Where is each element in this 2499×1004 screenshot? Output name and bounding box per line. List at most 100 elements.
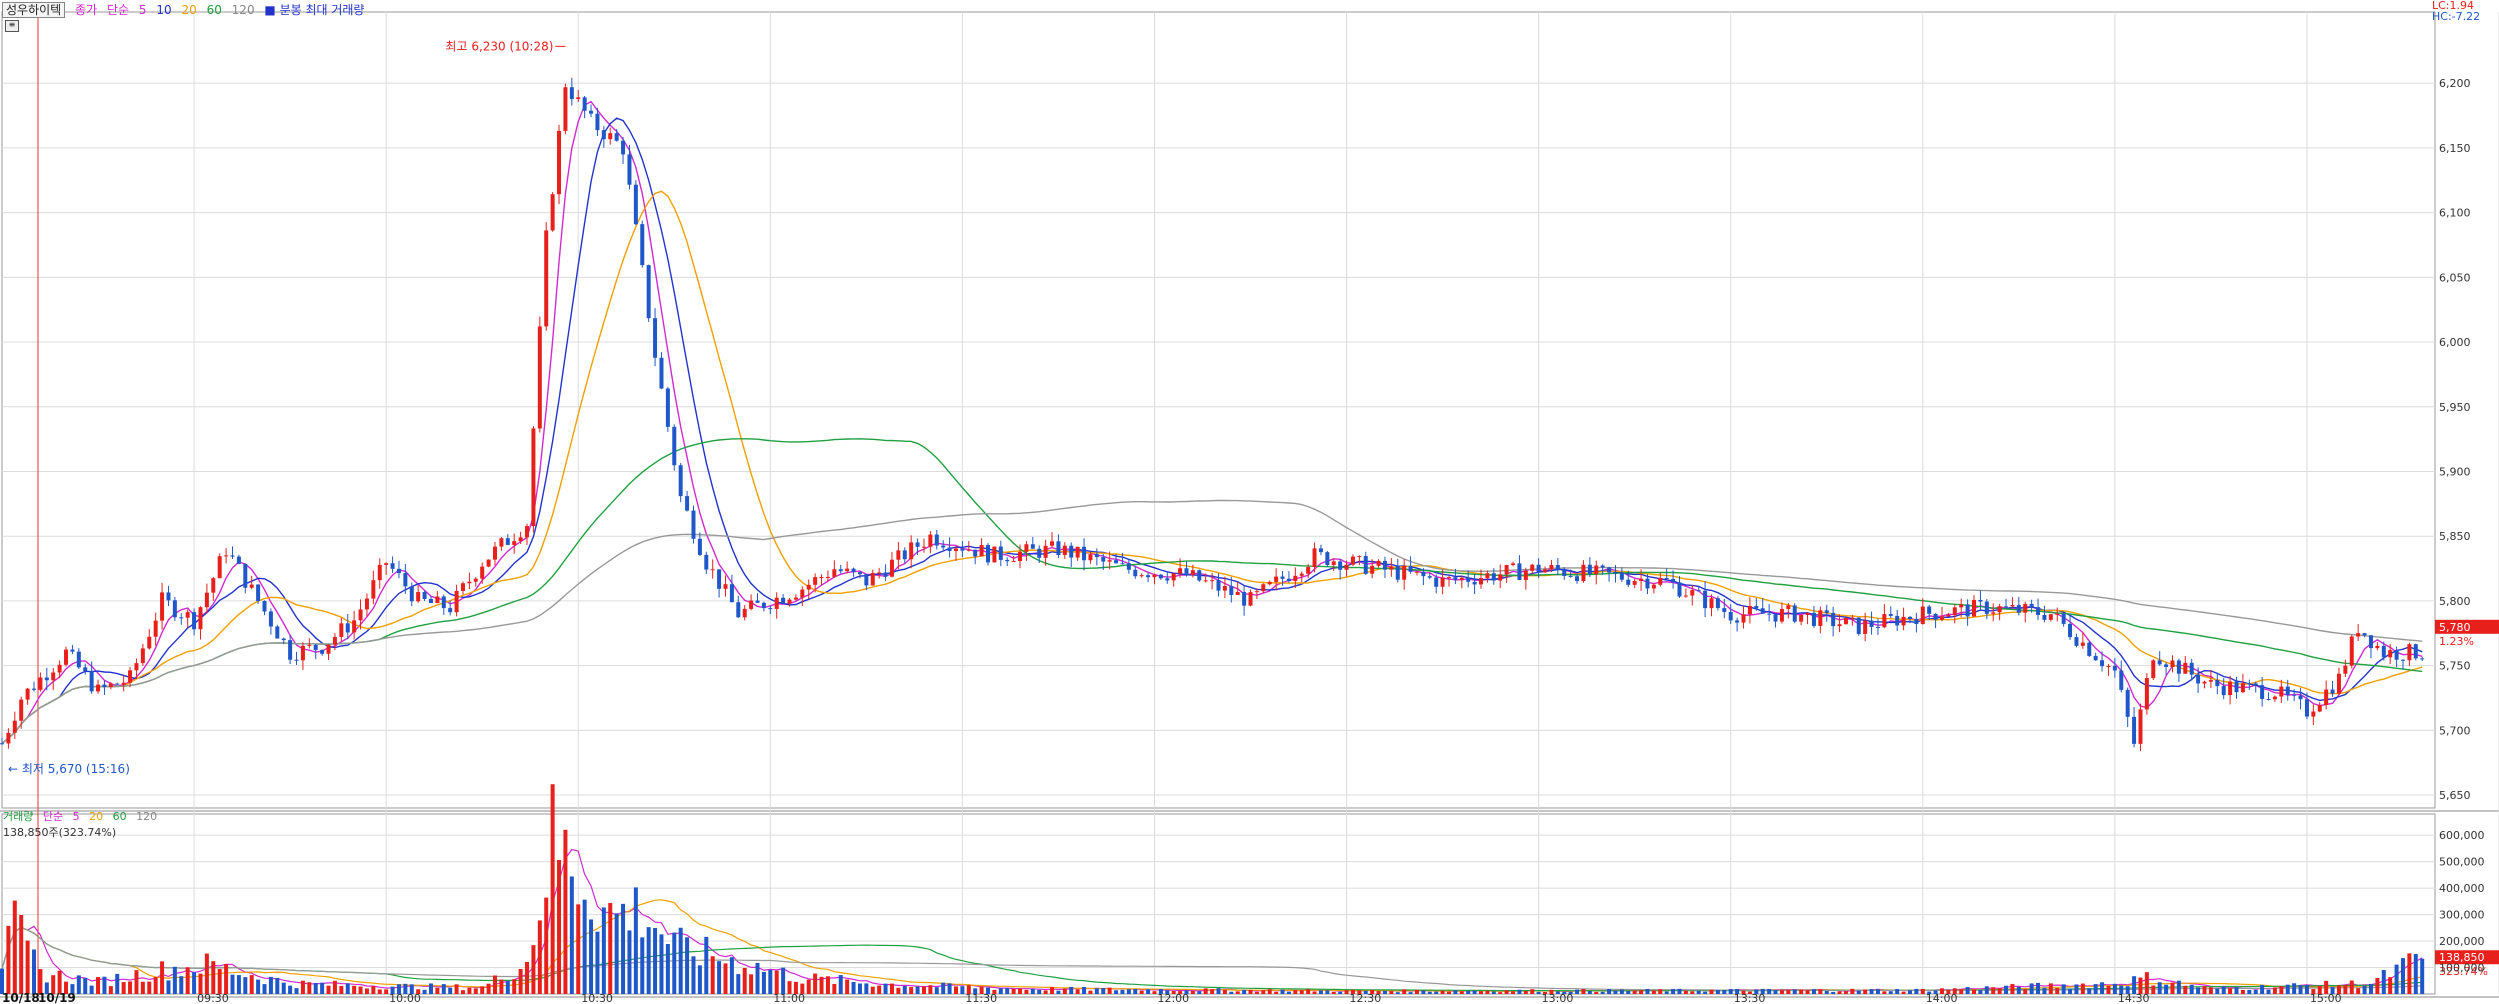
volume-bar <box>1690 991 1695 994</box>
volume-bar <box>2164 984 2169 994</box>
volume-bar <box>851 981 856 994</box>
volume-bar <box>659 934 664 994</box>
volume-bar <box>557 860 562 994</box>
volume-bar <box>2087 988 2092 994</box>
volume-bar <box>1728 989 1733 994</box>
candle-body <box>1587 564 1592 575</box>
volume-bar <box>704 936 709 994</box>
volume-bar <box>1440 990 1445 994</box>
volume-bar <box>2279 986 2284 994</box>
candle-body <box>2055 613 2060 615</box>
settings-icon[interactable]: ≡ <box>5 20 19 32</box>
volume-bar <box>1536 991 1541 994</box>
candle-body <box>2176 660 2181 674</box>
candle-body <box>198 607 203 630</box>
candle-body <box>371 580 376 599</box>
volume-bar <box>480 986 485 994</box>
stock-chart[interactable]: 최고 6,230 (10:28)← 최저 5,670 (15:16)5,7801… <box>0 0 2499 1004</box>
legend-ma20[interactable]: 20 <box>181 3 196 17</box>
volume-bar <box>563 829 568 994</box>
volume-bar <box>1318 990 1323 994</box>
volume-bar <box>2106 985 2111 994</box>
candle-body <box>1959 604 1964 608</box>
legend-ma120[interactable]: 120 <box>232 3 255 17</box>
candle-body <box>480 566 485 579</box>
candle-body <box>320 650 325 654</box>
max-volume-toggle[interactable]: ■ 분봉 최대 거래량 <box>264 3 370 17</box>
candle-body <box>742 608 747 618</box>
candle-body <box>1594 565 1599 575</box>
candle-body <box>1939 616 1944 620</box>
volume-bar <box>2176 980 2181 994</box>
volume-bar <box>1472 990 1477 994</box>
candle-body <box>339 623 344 637</box>
legend-ma60[interactable]: 60 <box>207 3 222 17</box>
candle-body <box>1907 616 1912 619</box>
volume-tick-label: 500,000 <box>2439 856 2485 869</box>
candle-body <box>230 555 235 557</box>
candle-body <box>422 592 427 599</box>
vol-legend-ma60[interactable]: 60 <box>113 810 127 823</box>
candle-body <box>1875 626 1880 628</box>
volume-bar <box>275 977 280 994</box>
candle-body <box>1338 561 1343 570</box>
volume-bar <box>761 971 766 994</box>
legend-ma5[interactable]: 5 <box>139 3 147 17</box>
candle-body <box>288 640 293 660</box>
volume-bar <box>1658 989 1663 994</box>
candle-body <box>1837 624 1842 627</box>
candle-body <box>1543 569 1548 573</box>
volume-tick-label: 200,000 <box>2439 935 2485 948</box>
candle-body <box>2010 605 2015 607</box>
vol-legend-ma120[interactable]: 120 <box>136 810 157 823</box>
volume-bar <box>345 983 350 994</box>
candle-body <box>902 550 907 560</box>
volume-bar <box>2042 987 2047 994</box>
vol-legend-ma5[interactable]: 5 <box>73 810 80 823</box>
candle-body <box>1850 617 1855 619</box>
volume-bar <box>1082 986 1087 994</box>
candle-body <box>2221 686 2226 696</box>
candle-body <box>1997 606 2002 613</box>
candle-body <box>2324 689 2329 706</box>
price-tick-label: 6,000 <box>2439 336 2471 349</box>
candle-body <box>499 538 504 547</box>
price-tick-label: 5,800 <box>2439 595 2471 608</box>
volume-bar <box>2036 982 2041 994</box>
candle-body <box>1190 570 1195 576</box>
volume-bar <box>236 975 241 994</box>
candle-body <box>1459 577 1464 580</box>
candle-body <box>1491 573 1496 581</box>
candle-body <box>89 671 94 692</box>
volume-bar <box>1645 988 1650 994</box>
legend-ma10[interactable]: 10 <box>156 3 171 17</box>
volume-bar <box>601 907 606 994</box>
candle-body <box>1773 614 1778 622</box>
candle-body <box>307 644 312 646</box>
candle-body <box>0 743 4 745</box>
candle-body <box>1408 565 1413 572</box>
candle-body <box>806 584 811 590</box>
candle-body <box>589 110 594 114</box>
candle-body <box>1242 592 1247 606</box>
volume-bar <box>2010 983 2015 994</box>
volume-bar <box>749 974 754 994</box>
time-tick-label: 12:30 <box>1350 992 1382 1004</box>
stock-name-box[interactable]: 성우하이텍 <box>2 2 66 18</box>
vol-legend-ma20[interactable]: 20 <box>89 810 103 823</box>
candle-body <box>1927 606 1932 614</box>
volume-bar <box>192 972 197 994</box>
candle-body <box>1946 614 1951 617</box>
candle-body <box>435 596 440 603</box>
volume-bar <box>832 983 837 994</box>
candle-body <box>736 602 741 618</box>
candle-body <box>179 617 184 619</box>
candle-body <box>2202 681 2207 684</box>
volume-bar <box>2381 969 2386 994</box>
volume-bar <box>729 957 734 994</box>
candle-body <box>1395 566 1400 580</box>
candle-body <box>2074 637 2079 646</box>
candle-body <box>1344 564 1349 570</box>
candle-body <box>1920 606 1925 624</box>
candle-body <box>2356 633 2361 637</box>
